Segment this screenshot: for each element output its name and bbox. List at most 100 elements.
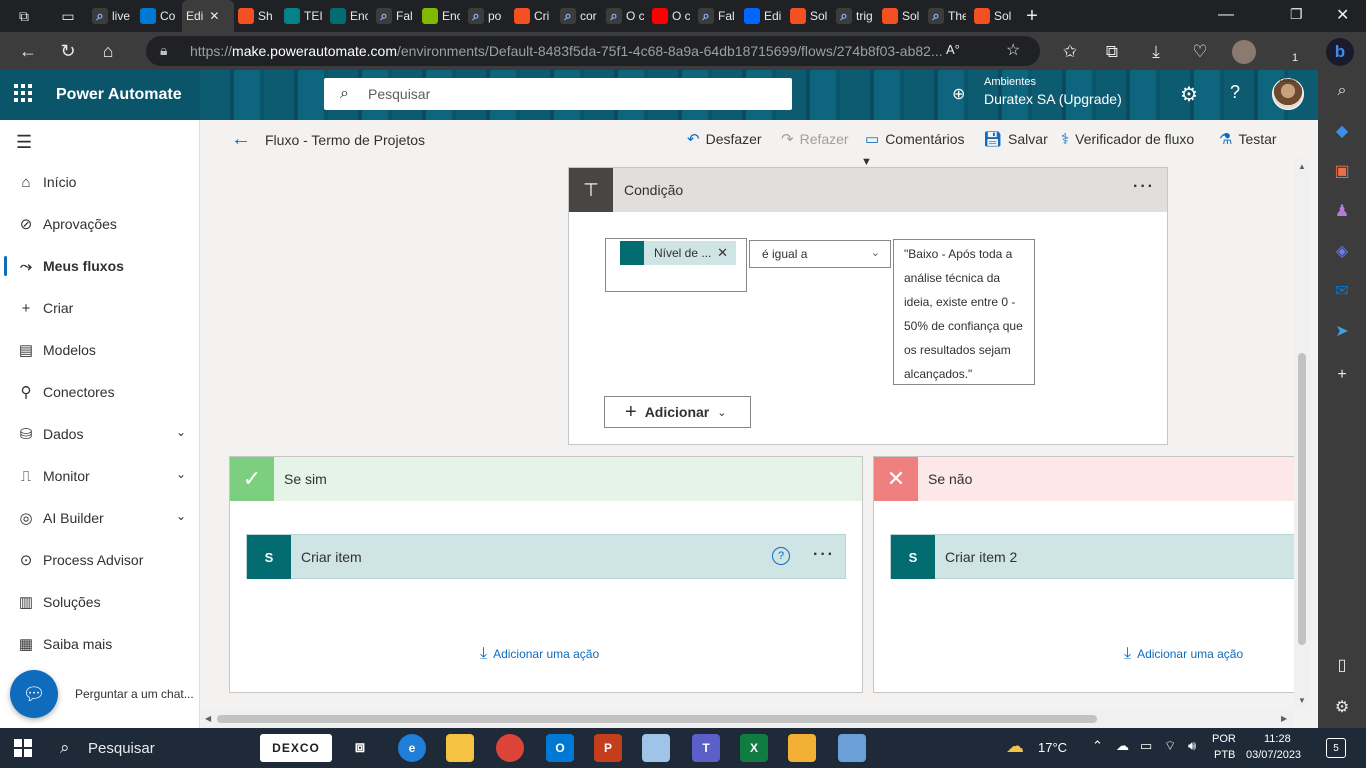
edge-icon[interactable]: e: [398, 734, 426, 762]
performance-icon[interactable]: ♡: [1186, 38, 1214, 66]
comments-button[interactable]: ▭ Comentários: [865, 130, 965, 148]
weather-icon[interactable]: ☁: [1006, 736, 1024, 757]
undo-button[interactable]: ↶ Desfazer: [687, 130, 762, 148]
outlook-taskbar-icon[interactable]: O: [546, 734, 574, 762]
excel-icon[interactable]: X: [740, 734, 768, 762]
close-tab-icon[interactable]: ✕: [209, 9, 219, 23]
condition-header[interactable]: ⊤ Condição ···: [569, 168, 1167, 212]
wifi-icon[interactable]: ⌔: [1164, 738, 1176, 754]
vertical-scrollbar[interactable]: ▲ ▼: [1294, 158, 1310, 710]
collections-icon[interactable]: ⧉: [1098, 38, 1126, 66]
browser-tab[interactable]: Co: [136, 0, 182, 32]
chevron-down-icon[interactable]: ⌄: [176, 509, 186, 523]
volume-icon[interactable]: 🔊︎: [1188, 738, 1196, 754]
close-window-button[interactable]: ✕: [1336, 5, 1349, 25]
notes-icon[interactable]: [642, 734, 670, 762]
test-button[interactable]: ⚗ Testar: [1219, 130, 1277, 148]
teams-icon[interactable]: T: [692, 734, 720, 762]
environment-name[interactable]: Duratex SA (Upgrade): [984, 91, 1122, 107]
nav-item[interactable]: ⎍ Monitor ⌄: [0, 456, 200, 496]
help-circle-icon[interactable]: ?: [772, 547, 790, 565]
more-options-icon[interactable]: ···: [813, 546, 835, 564]
hamburger-menu-icon[interactable]: ☰: [16, 132, 32, 153]
tab-actions-icon[interactable]: ⧉: [0, 0, 48, 32]
outlook-icon[interactable]: ✉: [1329, 278, 1355, 304]
read-aloud-icon[interactable]: A°: [946, 42, 960, 57]
battery-icon[interactable]: ▭: [1140, 738, 1152, 754]
downloads-icon[interactable]: ⤓: [1142, 38, 1170, 66]
app-launcher-icon[interactable]: [14, 84, 34, 104]
browser-tab[interactable]: ⌕ O c: [602, 0, 648, 32]
office-icon[interactable]: ◈: [1329, 238, 1355, 264]
more-options-icon[interactable]: ···: [1133, 178, 1155, 196]
chat-label[interactable]: Perguntar a um chat...: [75, 687, 194, 701]
nav-item[interactable]: ▦ Saiba mais: [0, 624, 200, 664]
minimize-button[interactable]: —: [1218, 6, 1234, 24]
dynamic-content-token[interactable]: Nível de ... ✕: [620, 241, 736, 265]
save-button[interactable]: 💾︎ Salvar: [983, 130, 1048, 148]
nav-item[interactable]: ◎ AI Builder ⌄: [0, 498, 200, 538]
flow-checker-button[interactable]: ⚕ Verificador de fluxo: [1061, 130, 1194, 148]
condition-operator-select[interactable]: é igual a ⌄: [749, 240, 891, 268]
nav-item[interactable]: ⛁ Dados ⌄: [0, 414, 200, 454]
restore-button[interactable]: ❐: [1290, 6, 1303, 23]
chrome-icon[interactable]: [496, 734, 524, 762]
browser-tab[interactable]: TEI: [280, 0, 326, 32]
add-action-link[interactable]: ⤓ Adicionar uma ação: [1124, 645, 1243, 663]
nav-item[interactable]: ▥ Soluções: [0, 582, 200, 622]
browser-tab[interactable]: ⌕ live: [88, 0, 136, 32]
tray-chevron-icon[interactable]: ⌃: [1092, 738, 1103, 754]
browser-tab[interactable]: Sh: [234, 0, 280, 32]
home-browser-icon[interactable]: ⌂: [88, 32, 128, 70]
browser-tab[interactable]: ⌕ trig: [832, 0, 878, 32]
chevron-down-icon[interactable]: ⌄: [176, 467, 186, 481]
nav-item[interactable]: ⚲ Conectores: [0, 372, 200, 412]
taskbar-search[interactable]: ⌕ Pesquisar: [48, 728, 248, 768]
browser-tab[interactable]: Sol: [878, 0, 924, 32]
scroll-left-icon[interactable]: ◀: [205, 714, 211, 723]
chevron-down-icon[interactable]: ⌄: [176, 425, 186, 439]
gear-icon[interactable]: ⚙: [1180, 82, 1198, 107]
app-title[interactable]: Power Automate: [56, 86, 182, 104]
nav-item[interactable]: ⤳ Meus fluxos: [0, 246, 200, 286]
action-card-criar-item-2[interactable]: S Criar item 2: [890, 534, 1294, 579]
browser-tab[interactable]: ⌕ cor: [556, 0, 602, 32]
new-tab-button[interactable]: +: [1016, 0, 1048, 32]
back-arrow-icon[interactable]: ←: [8, 32, 48, 70]
file-explorer-icon[interactable]: [446, 734, 474, 762]
tools-icon[interactable]: ▣: [1329, 158, 1355, 184]
weather-temp[interactable]: 17°C: [1038, 740, 1067, 755]
scroll-right-icon[interactable]: ▶: [1281, 714, 1287, 723]
nav-item[interactable]: ▤ Modelos: [0, 330, 200, 370]
browser-tab[interactable]: Sol: [970, 0, 1016, 32]
scroll-up-icon[interactable]: ▲: [1298, 162, 1306, 171]
clock-time[interactable]: 11:28: [1264, 733, 1291, 745]
browser-tab[interactable]: Edi ✕: [182, 0, 234, 32]
help-icon[interactable]: ?: [1230, 82, 1240, 103]
task-view-icon[interactable]: ⧈: [346, 734, 374, 762]
browser-tab[interactable]: ⌕ Fal: [694, 0, 740, 32]
vertical-scroll-thumb[interactable]: [1298, 353, 1306, 645]
remove-token-icon[interactable]: ✕: [717, 245, 728, 261]
chat-bot-button[interactable]: 💬︎: [10, 670, 58, 718]
condition-left-operand[interactable]: Nível de ... ✕: [605, 238, 747, 292]
browser-tab[interactable]: Cri: [510, 0, 556, 32]
shopping-tag-icon[interactable]: ◆: [1329, 118, 1355, 144]
browser-tab[interactable]: Sol: [786, 0, 832, 32]
browser-tab[interactable]: Enc: [418, 0, 464, 32]
windows-start-icon[interactable]: [14, 739, 32, 757]
nav-item[interactable]: + Criar: [0, 288, 200, 328]
nav-item[interactable]: ⊘ Aprovações: [0, 204, 200, 244]
language-line2[interactable]: PTB: [1214, 749, 1235, 761]
vertical-tabs-icon[interactable]: ▭: [48, 0, 88, 32]
bing-icon[interactable]: b: [1326, 38, 1354, 66]
favorites-icon[interactable]: ✩: [1056, 38, 1084, 66]
nav-item[interactable]: ⌂ Início: [0, 162, 200, 202]
profile-avatar[interactable]: [1232, 40, 1256, 64]
search-icon[interactable]: ⌕: [1329, 78, 1355, 104]
refresh-icon[interactable]: ↻: [48, 32, 88, 70]
notification-center-icon[interactable]: 5: [1326, 738, 1346, 758]
language-line1[interactable]: POR: [1212, 733, 1236, 745]
horizontal-scrollbar[interactable]: ◀ ▶: [201, 710, 1294, 728]
browser-tab[interactable]: ⌕ Fal: [372, 0, 418, 32]
